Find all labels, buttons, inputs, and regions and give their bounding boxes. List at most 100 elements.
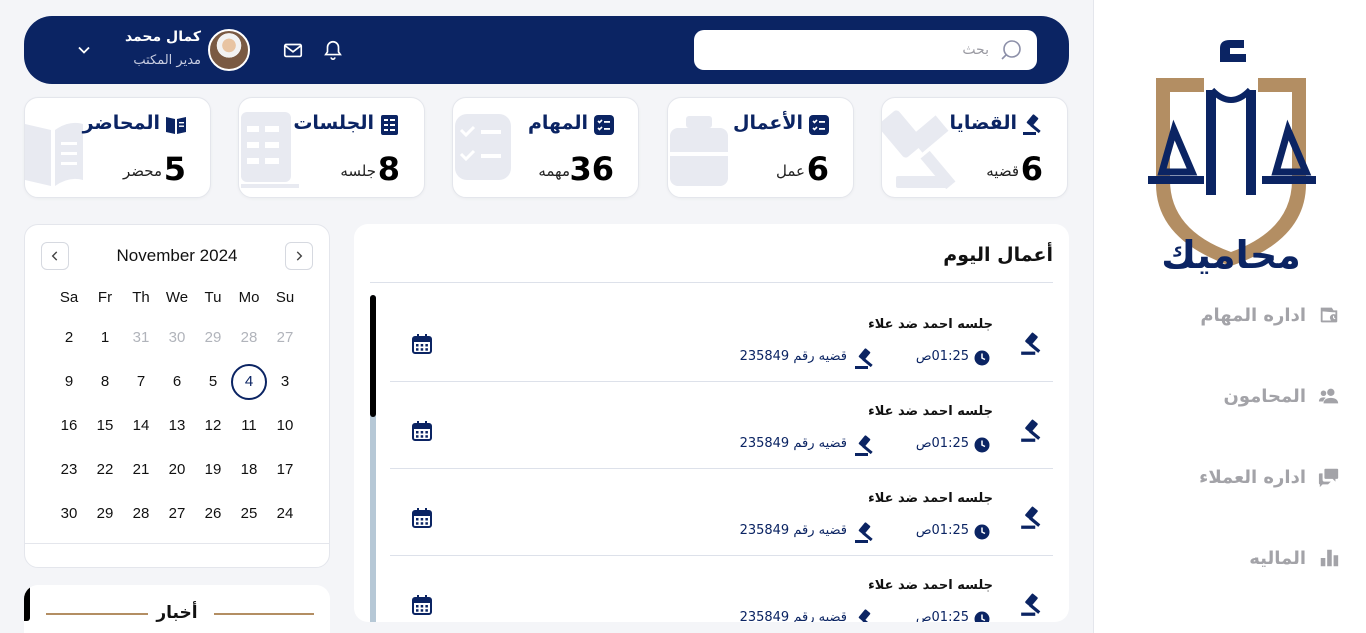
divider [370, 282, 1053, 283]
stat-card-minutes[interactable]: المحاضر 5 محضر [24, 97, 211, 198]
calendar-day[interactable]: 5 [195, 364, 231, 400]
gavel-icon [853, 347, 877, 371]
calendar-day[interactable]: 11 [231, 408, 267, 444]
gavel-icon [853, 434, 877, 458]
session-row[interactable]: جلسه احمد ضد علاء 01:25ص قضيه رقم 235849 [390, 295, 1053, 382]
calendar-day[interactable]: 19 [195, 452, 231, 488]
case-number: قضيه رقم 235849 [739, 436, 847, 451]
session-title: جلسه احمد ضد علاء [868, 317, 993, 332]
weekday-label: Tu [204, 289, 222, 306]
nav-finance[interactable]: الماليه [1249, 547, 1340, 569]
session-time: 01:25ص [915, 349, 969, 364]
calendar-day[interactable]: 29 [195, 320, 231, 356]
calendar-day[interactable]: 4 [231, 364, 267, 400]
stat-title: الجلسات [293, 112, 374, 134]
calendar-day[interactable]: 29 [87, 496, 123, 532]
chevron-down-icon[interactable] [74, 40, 94, 60]
calendar-day[interactable]: 1 [87, 320, 123, 356]
book-icon [166, 117, 186, 134]
weekday-label: Th [132, 289, 150, 306]
calendar-day[interactable]: 31 [123, 320, 159, 356]
user-role: مدير المكتب [133, 53, 201, 68]
calendar-day[interactable]: 14 [123, 408, 159, 444]
calendar-day[interactable]: 28 [231, 320, 267, 356]
document-icon [381, 115, 398, 135]
calendar-day[interactable]: 30 [159, 320, 195, 356]
calendar-day[interactable]: 27 [267, 320, 303, 356]
stat-value: 8 [377, 150, 400, 188]
session-row[interactable]: جلسه احمد ضد علاء 01:25ص قضيه رقم 235849 [390, 382, 1053, 469]
session-time: 01:25ص [915, 523, 969, 538]
session-title: جلسه احمد ضد علاء [868, 578, 993, 593]
calendar-day[interactable]: 2 [51, 320, 87, 356]
calendar-day[interactable]: 20 [159, 452, 195, 488]
calendar-day[interactable]: 10 [267, 408, 303, 444]
calendar-icon[interactable] [410, 506, 434, 530]
calendar-day[interactable]: 22 [87, 452, 123, 488]
gavel-icon [1019, 592, 1045, 618]
calendar-day[interactable]: 8 [87, 364, 123, 400]
case-number: قضيه رقم 235849 [739, 523, 847, 538]
calendar-day[interactable]: 6 [159, 364, 195, 400]
news-title: أخبار [156, 603, 198, 623]
stat-value: 6 [1020, 150, 1043, 188]
calendar-day[interactable]: 28 [123, 496, 159, 532]
calendar-day[interactable]: 17 [267, 452, 303, 488]
clock-icon [974, 524, 990, 540]
calendar-day[interactable]: 9 [51, 364, 87, 400]
calendar-next-button[interactable] [285, 242, 313, 270]
search-input[interactable] [729, 42, 989, 58]
sidebar: محاميك اداره المهام المحامون اداره العمل… [1093, 0, 1366, 633]
weekday-label: Mo [238, 289, 260, 306]
scrollbar-thumb[interactable] [370, 295, 376, 417]
calendar-day[interactable]: 18 [231, 452, 267, 488]
checklist-icon [594, 115, 614, 135]
stat-card-tasks[interactable]: المهام 36 مهمه [452, 97, 639, 198]
nav-label: اداره المهام [1200, 304, 1306, 326]
calendar-day[interactable]: 27 [159, 496, 195, 532]
calendar-icon[interactable] [410, 593, 434, 617]
calendar-icon[interactable] [410, 332, 434, 356]
nav-label: اداره العملاء [1199, 466, 1306, 488]
calendar-day[interactable]: 30 [51, 496, 87, 532]
calendar-day[interactable]: 13 [159, 408, 195, 444]
avatar[interactable] [208, 29, 250, 71]
mail-icon[interactable] [282, 39, 304, 61]
stat-card-works[interactable]: الأعمال 6 عمل [667, 97, 854, 198]
calendar-day[interactable]: 24 [267, 496, 303, 532]
stat-unit: عمل [776, 162, 805, 180]
calendar-day[interactable]: 3 [267, 364, 303, 400]
calendar-day[interactable]: 12 [195, 408, 231, 444]
calendar-day[interactable]: 23 [51, 452, 87, 488]
stat-value: 6 [806, 150, 829, 188]
calendar-day[interactable]: 7 [123, 364, 159, 400]
bell-icon[interactable] [322, 39, 344, 61]
calendar-day[interactable]: 15 [87, 408, 123, 444]
search-box[interactable] [694, 30, 1037, 70]
calendar-day[interactable]: 16 [51, 408, 87, 444]
calendar-day[interactable]: 25 [231, 496, 267, 532]
clock-icon [974, 611, 990, 622]
calendar-day[interactable]: 21 [123, 452, 159, 488]
session-time: 01:25ص [915, 436, 969, 451]
nav-clients[interactable]: اداره العملاء [1199, 466, 1340, 488]
gavel-icon [1019, 505, 1045, 531]
gavel-icon [1019, 331, 1045, 357]
checklist-icon [809, 115, 829, 135]
nav-task-management[interactable]: اداره المهام [1200, 304, 1340, 326]
gavel-icon [1023, 114, 1041, 135]
today-works-panel: أعمال اليوم جلسه احمد ضد علاء 01:25ص قضيه … [354, 224, 1069, 622]
session-row[interactable]: جلسه احمد ضد علاء 01:25ص قضيه رقم 235849 [390, 469, 1053, 556]
stat-value: 5 [163, 150, 186, 188]
calendar-day[interactable]: 26 [195, 496, 231, 532]
nav-lawyers[interactable]: المحامون [1223, 385, 1340, 407]
stat-title: المهام [528, 112, 588, 134]
case-number: قضيه رقم 235849 [739, 610, 847, 622]
panel-title: أعمال اليوم [943, 244, 1053, 266]
calendar-icon[interactable] [410, 419, 434, 443]
chevron-right-icon [296, 251, 303, 261]
session-row[interactable]: جلسه احمد ضد علاء 01:25ص قضيه رقم 235849 [390, 556, 1053, 622]
stat-card-cases[interactable]: القضايا 6 قضيه [881, 97, 1068, 198]
stat-title: المحاضر [82, 112, 160, 134]
stat-card-sessions[interactable]: الجلسات 8 جلسه [238, 97, 425, 198]
